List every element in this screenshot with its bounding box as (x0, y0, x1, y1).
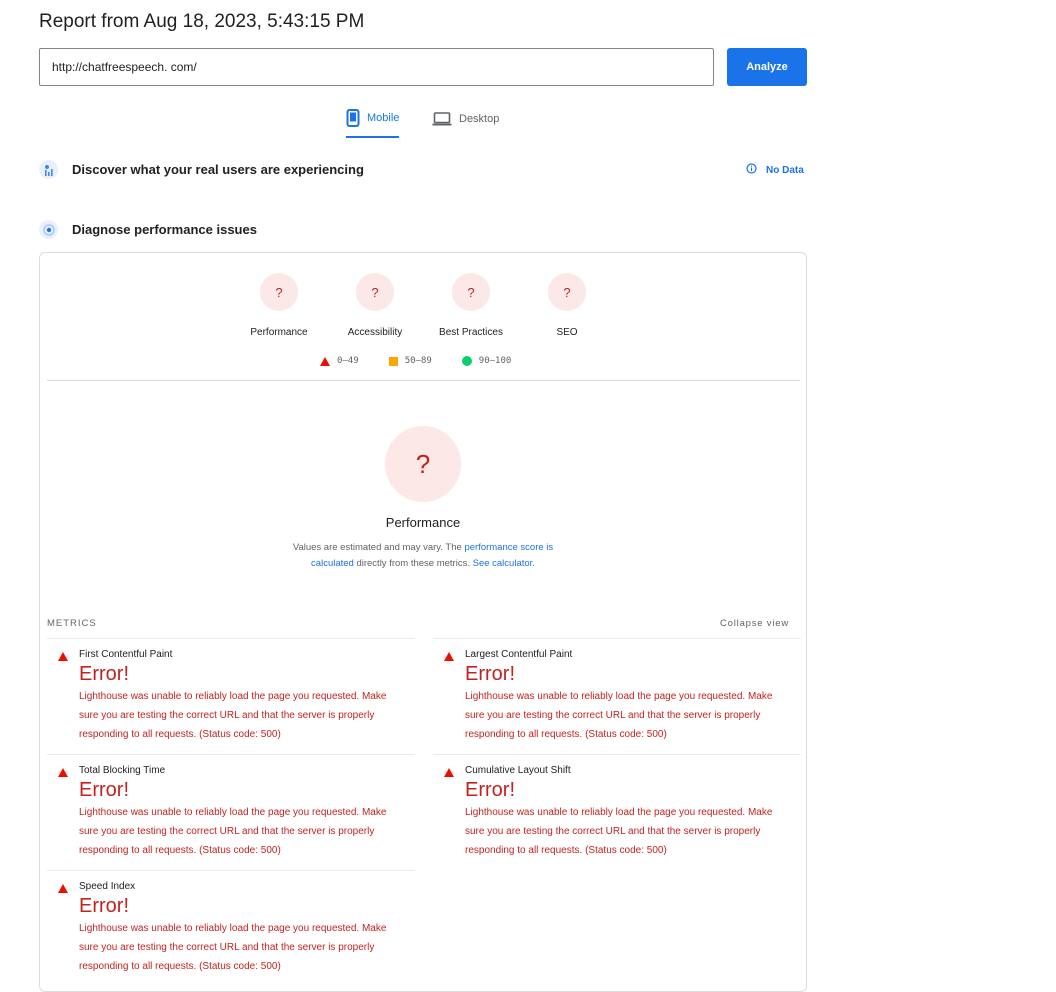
note-text: Values are estimated and may vary. The (292, 542, 465, 553)
info-icon (746, 163, 757, 177)
gauge-label: SEO (556, 327, 578, 338)
field-data-title: Discover what your real users are experi… (72, 162, 364, 177)
legend-pass-label: 90–100 (478, 356, 512, 366)
metric-error-message: Lighthouse was unable to reliably load t… (79, 923, 387, 972)
score-legend: 0–49 50–89 90–100 (320, 356, 541, 366)
metric-name: Cumulative Layout Shift (465, 765, 571, 776)
score-circle: ? (356, 273, 394, 311)
gauge-label: Best Practices (439, 327, 503, 338)
gauge-accessibility[interactable]: ? Accessibility (325, 273, 425, 338)
gauge-best-practices[interactable]: ? Best Practices (421, 273, 521, 338)
gauge-performance[interactable]: ? Performance (229, 273, 329, 338)
metric-name: Largest Contentful Paint (465, 649, 573, 660)
score-circle: ? (452, 273, 490, 311)
metric-value: Error! (465, 779, 515, 801)
metric-value: Error! (79, 779, 129, 801)
fail-triangle-icon (444, 768, 454, 777)
gauge-label: Accessibility (347, 327, 403, 338)
circle-icon (461, 356, 472, 366)
performance-title: Performance (385, 515, 461, 530)
legend-average: 50–89 (388, 356, 432, 366)
metrics-heading: METRICS (47, 618, 97, 629)
metric-error-message: Lighthouse was unable to reliably load t… (465, 691, 773, 740)
metric-name: Total Blocking Time (79, 765, 166, 776)
smartphone-icon (346, 109, 360, 127)
metric-name: Speed Index (79, 881, 136, 892)
legend-fail-label: 0–49 (337, 356, 359, 366)
field-data-header: Discover what your real users are experi… (39, 160, 364, 179)
url-input[interactable] (39, 48, 714, 86)
legend-average-label: 50–89 (404, 356, 432, 366)
tab-desktop[interactable]: Desktop (432, 106, 499, 138)
fail-triangle-icon (58, 884, 68, 893)
metric-value: Error! (465, 663, 515, 685)
metric-speed-index: Speed Index Error! Lighthouse was unable… (47, 870, 415, 976)
note-text: directly from these metrics. (353, 558, 473, 569)
analyze-button[interactable]: Analyze (727, 48, 807, 86)
metric-error-message: Lighthouse was unable to reliably load t… (79, 691, 387, 740)
metric-cumulative-layout-shift: Cumulative Layout Shift Error! Lighthous… (433, 754, 801, 860)
divider (47, 380, 800, 381)
users-chart-icon (39, 160, 58, 179)
metric-value: Error! (79, 663, 129, 685)
report-title: Report from Aug 18, 2023, 5:43:15 PM (39, 11, 365, 32)
gauge-label: Performance (250, 327, 308, 338)
metric-name: First Contentful Paint (79, 649, 173, 660)
metric-total-blocking-time: Total Blocking Time Error! Lighthouse wa… (47, 754, 415, 860)
fail-triangle-icon (58, 768, 68, 777)
laptop-icon (432, 112, 452, 126)
legend-pass: 90–100 (461, 356, 512, 366)
lab-data-title: Diagnose performance issues (72, 222, 257, 237)
legend-fail: 0–49 (320, 356, 359, 366)
diagnose-icon (39, 220, 58, 239)
score-circle: ? (548, 273, 586, 311)
lab-data-header: Diagnose performance issues (39, 220, 257, 239)
fail-triangle-icon (58, 652, 68, 661)
see-calculator-link[interactable]: See calculator. (473, 558, 535, 569)
metric-value: Error! (79, 895, 129, 917)
no-data-label: No Data (766, 164, 804, 176)
square-icon (388, 356, 398, 366)
tab-mobile[interactable]: Mobile (346, 106, 400, 138)
tab-mobile-label: Mobile (367, 112, 400, 124)
score-circle: ? (260, 273, 298, 311)
metric-first-contentful-paint: First Contentful Paint Error! Lighthouse… (47, 638, 415, 744)
gauge-seo[interactable]: ? SEO (517, 273, 617, 338)
fail-triangle-icon (444, 652, 454, 661)
tab-desktop-label: Desktop (459, 113, 500, 125)
triangle-icon (320, 356, 330, 366)
performance-note: Values are estimated and may vary. The p… (273, 540, 573, 572)
collapse-view-toggle[interactable]: Collapse view (720, 618, 789, 629)
metric-error-message: Lighthouse was unable to reliably load t… (79, 807, 387, 856)
performance-score-circle: ? (385, 426, 461, 502)
no-data-indicator: No Data (746, 163, 804, 177)
metric-largest-contentful-paint: Largest Contentful Paint Error! Lighthou… (433, 638, 801, 744)
metric-error-message: Lighthouse was unable to reliably load t… (465, 807, 773, 856)
